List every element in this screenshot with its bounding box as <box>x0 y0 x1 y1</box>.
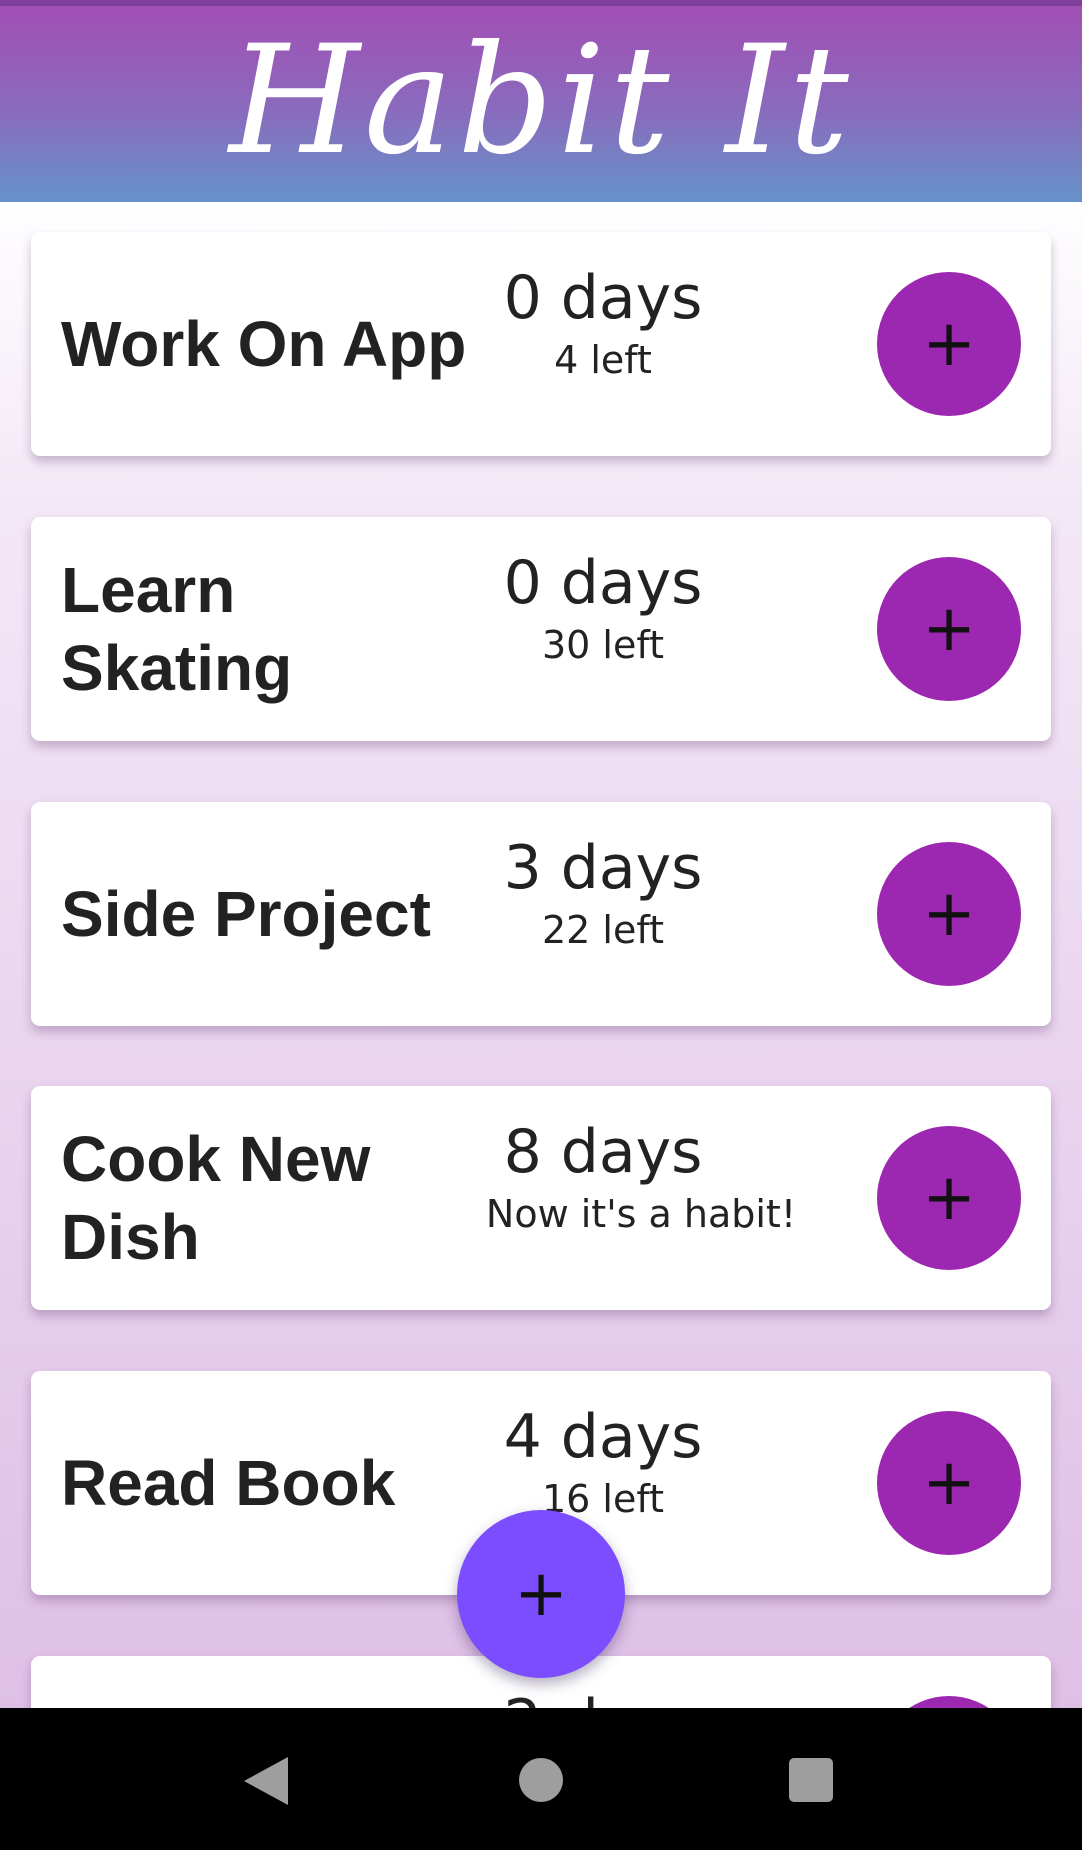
recents-square-icon[interactable] <box>789 1758 833 1802</box>
plus-icon: + <box>514 1557 568 1631</box>
streak-remaining: 30 left <box>542 623 664 667</box>
add-habit-button[interactable]: + <box>457 1510 625 1678</box>
plus-icon: + <box>922 592 976 666</box>
streak-remaining: 22 left <box>542 908 664 952</box>
add-day-button[interactable]: + <box>877 1411 1021 1555</box>
streak-days: 2 days <box>471 1686 735 1708</box>
habit-name: Cook New Dish <box>61 1123 371 1273</box>
habit-name: Read Book <box>61 1447 396 1519</box>
streak-days: 3 days <box>503 833 703 903</box>
habit-name <box>61 1656 481 1708</box>
plus-icon: + <box>922 1446 976 1520</box>
habit-card[interactable]: Learn Skating 0 days 30 left + <box>31 517 1051 741</box>
add-day-button[interactable]: + <box>877 1126 1021 1270</box>
habit-name: Work On App <box>61 308 467 380</box>
streak-days: 8 days <box>503 1117 703 1187</box>
plus-icon: + <box>922 307 976 381</box>
add-day-button[interactable]: + <box>877 272 1021 416</box>
habit-name: Learn Skating <box>61 554 293 704</box>
habit-card[interactable]: Side Project 3 days 22 left + <box>31 802 1051 1026</box>
add-day-button[interactable]: + <box>877 842 1021 986</box>
streak-days: 0 days <box>503 263 703 333</box>
plus-icon: + <box>922 1161 976 1235</box>
habit-card[interactable]: Cook New Dish 8 days Now it's a habit! + <box>31 1086 1051 1310</box>
habit-name: Side Project <box>61 878 431 950</box>
add-day-button[interactable]: + <box>877 1696 1021 1708</box>
habit-list[interactable]: Work On App 0 days 4 left + Learn Skatin… <box>0 202 1082 1708</box>
app-title: Habit It <box>229 14 853 188</box>
habit-card[interactable]: Work On App 0 days 4 left + <box>31 232 1051 456</box>
streak-remaining: 4 left <box>554 338 652 382</box>
streak-days: 4 days <box>503 1402 703 1472</box>
system-navigation-bar <box>0 1708 1082 1850</box>
home-circle-icon[interactable] <box>519 1758 563 1802</box>
streak-remaining: Now it's a habit! <box>485 1192 797 1236</box>
add-day-button[interactable]: + <box>877 557 1021 701</box>
streak-days: 0 days <box>503 548 703 618</box>
plus-icon: + <box>922 877 976 951</box>
back-triangle-icon[interactable] <box>244 1757 288 1805</box>
app-header: Habit It <box>0 0 1082 202</box>
